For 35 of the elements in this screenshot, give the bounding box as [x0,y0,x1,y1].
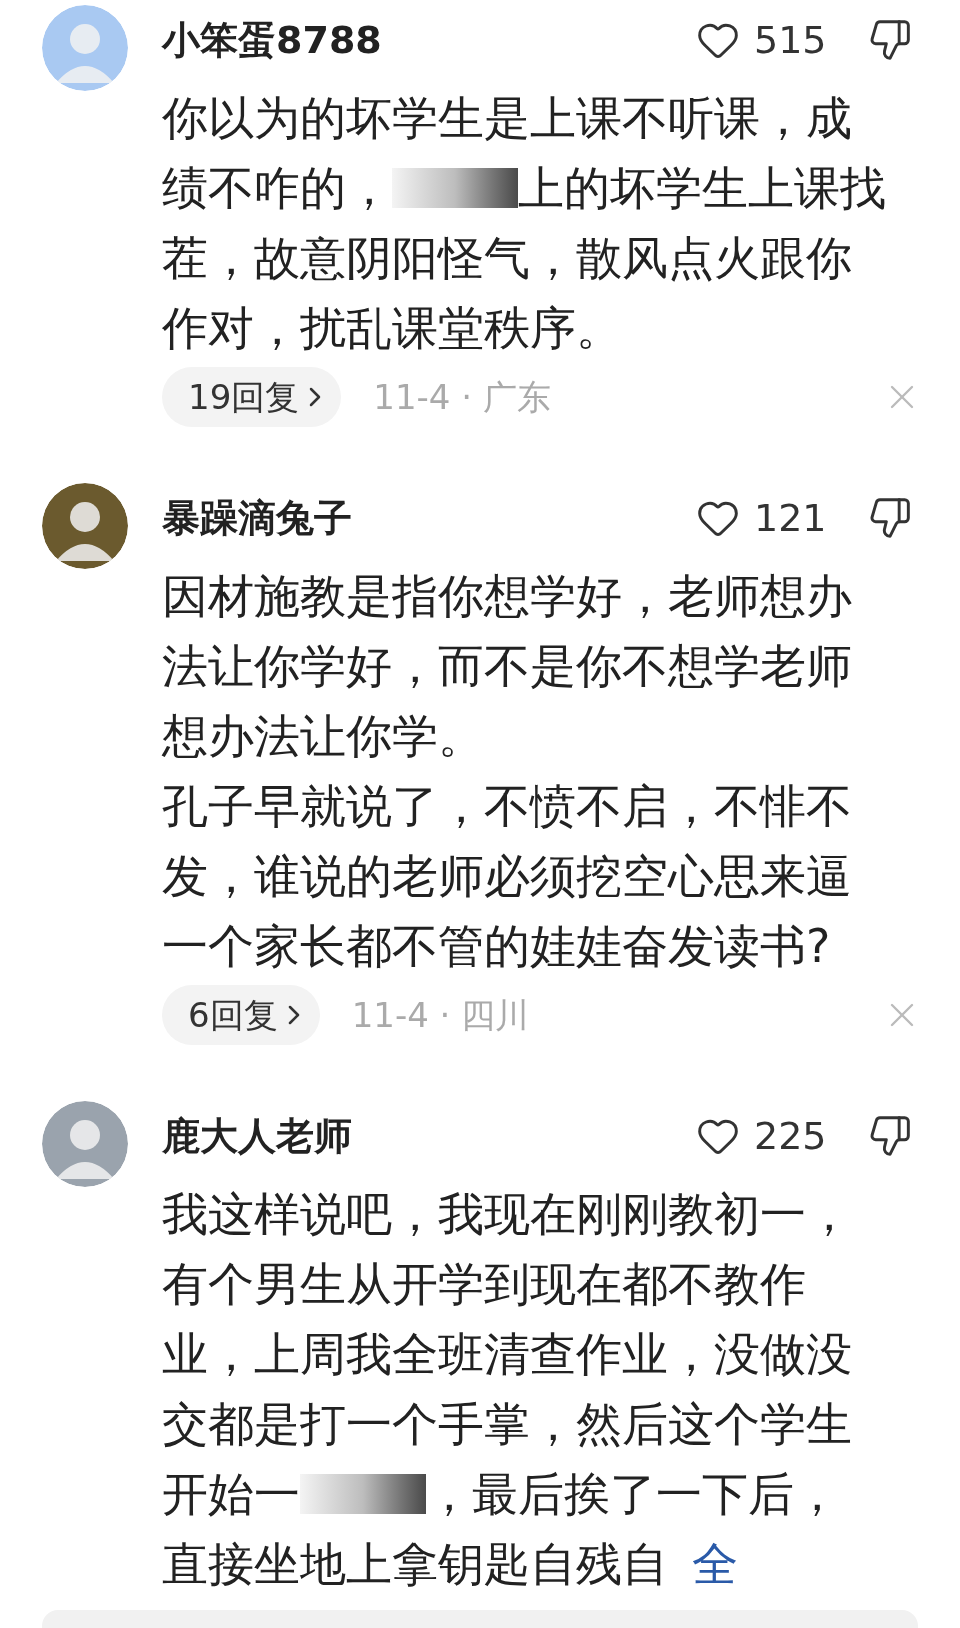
username[interactable]: 小笨蛋8788 [162,11,696,69]
chevron-right-icon [309,387,322,407]
replies-button[interactable]: 19回复 [162,367,342,427]
comment-text: 作对，扰乱课堂秩序。 [162,300,622,357]
comment-text: 一个家长都不管的娃娃奋发读书? [162,918,831,975]
username[interactable]: 暴躁滴兔子 [162,489,696,547]
comment-text: 开始一 [162,1466,300,1523]
replies-button[interactable]: 6回复 [162,985,320,1045]
comment-text: 绩不咋的， [162,160,392,217]
comment-text: 业，上周我全班清查作业，没做没 [162,1326,852,1383]
comment-text: 茬，故意阴阳怪气，散风点火跟你 [162,230,852,287]
comment-text: ，最后挨了一下后， [426,1466,840,1523]
dislike-icon[interactable] [868,18,912,62]
comment-text: 交都是打一个手掌，然后这个学生 [162,1396,852,1453]
comment-text: 上的坏学生上课找 [518,160,886,217]
comment-text: 你以为的坏学生是上课不听课，成 [162,90,852,147]
like-count: 515 [754,16,828,64]
comment-meta: 11-4 · 广东 [373,375,552,419]
comment-text: 直接坐地上拿钥匙自残自 [162,1536,668,1593]
comment-text: 有个男生从开学到现在都不教作 [162,1256,806,1313]
avatar[interactable] [42,483,128,569]
dislike-icon[interactable] [868,496,912,540]
comment-text: 因材施教是指你想学好，老师想办 [162,568,852,625]
comment-text: 想办法让你学。 [162,708,484,765]
username[interactable]: 鹿大人老师 [162,1107,696,1165]
full-text-link[interactable]: 全 [692,1529,738,1599]
comment-text: 孔子早就说了，不愤不启，不悱不 [162,778,852,835]
comment-text: 我这样说吧，我现在刚刚教初一， [162,1186,852,1243]
like-count: 225 [754,1112,828,1160]
like-count: 121 [754,494,828,542]
comment-text: 发，谁说的老师必须挖空心思来逼 [162,848,852,905]
chevron-right-icon [287,1005,300,1025]
dislike-icon[interactable] [868,1114,912,1158]
comment-meta: 11-4 · 四川 [351,993,531,1037]
comment-text: 法让你学好，而不是你不想学老师 [162,638,852,695]
